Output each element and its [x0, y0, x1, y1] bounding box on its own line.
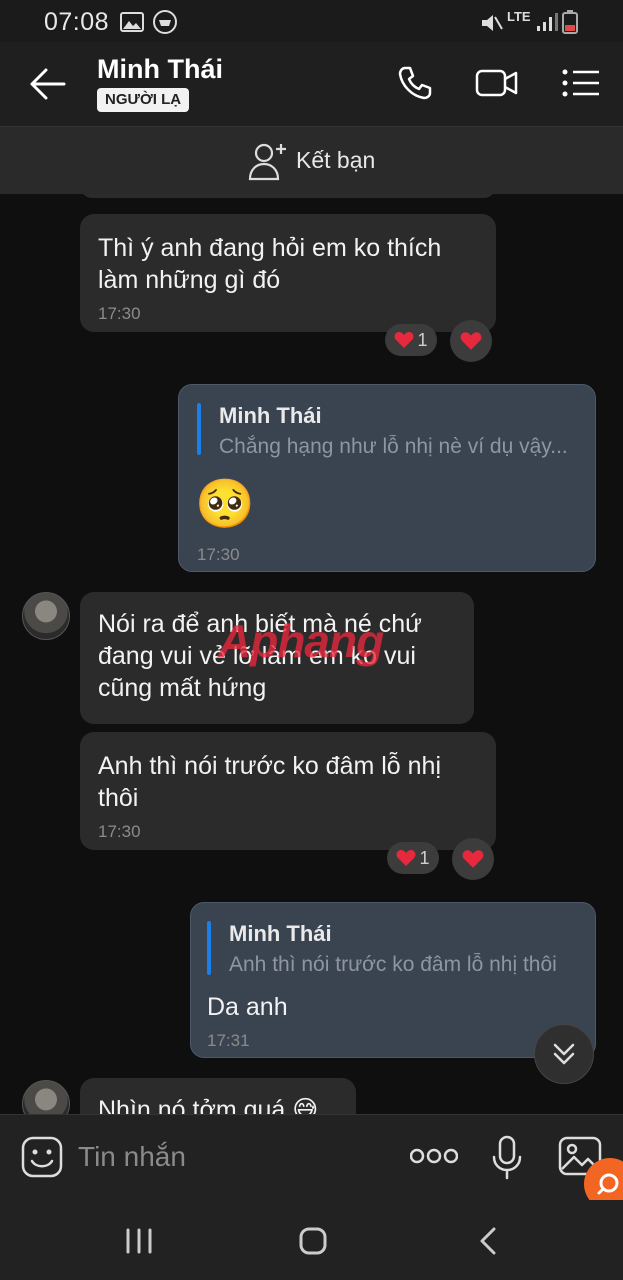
chat-bubble-icon: [597, 1173, 619, 1195]
message-input[interactable]: [78, 1137, 378, 1177]
message-bubble-incoming[interactable]: Anh thì nói trước ko đâm lỗ nhị thôi 17:…: [80, 732, 496, 850]
message-text: Da anh: [207, 993, 288, 1021]
message-text: Thì ý anh đang hỏi em ko thích làm những…: [98, 234, 442, 294]
gallery-icon: [120, 12, 144, 37]
message-bubble-incoming[interactable]: Thì ý anh đang hỏi em ko thích làm những…: [80, 214, 496, 332]
heart-icon: [462, 850, 484, 868]
menu-button[interactable]: [558, 60, 604, 106]
video-call-button[interactable]: [474, 60, 520, 106]
video-camera-icon: [475, 69, 518, 97]
list-menu-icon: [562, 69, 599, 97]
more-dots-icon: [409, 1148, 459, 1164]
recent-apps-icon: [126, 1228, 152, 1254]
reaction-count: 1: [417, 329, 428, 350]
heart-icon: [395, 332, 414, 348]
quote-bar: [197, 403, 201, 455]
chevron-left-icon: [480, 1227, 496, 1255]
message-text: Nhìn nó tởm quá 😅: [98, 1096, 319, 1114]
back-button[interactable]: [26, 62, 70, 106]
avatar[interactable]: [22, 1080, 70, 1114]
message-time: 17:30: [98, 822, 141, 841]
status-time: 07:08: [44, 8, 110, 36]
scroll-to-bottom-button[interactable]: [534, 1024, 594, 1084]
quote-author: Minh Thái: [219, 403, 322, 428]
watermark-text: Aphang: [218, 615, 384, 667]
add-user-icon: [248, 141, 290, 186]
stranger-badge: NGƯỜI LẠ: [97, 88, 190, 112]
reaction-summary[interactable]: 1: [387, 842, 439, 874]
avatar[interactable]: [22, 592, 70, 640]
network-type: LTE: [507, 9, 531, 24]
message-composer: [0, 1114, 623, 1200]
more-options-button[interactable]: [409, 1147, 459, 1170]
media-icon: [152, 10, 178, 39]
double-chevron-down-icon: [553, 1043, 575, 1065]
message-time: 17:30: [197, 545, 240, 564]
add-friend-bar[interactable]: Kết bạn: [0, 126, 623, 194]
voice-call-button[interactable]: [392, 60, 438, 106]
quote-text: Chẳng hạng như lỗ nhị nè ví dụ vậy...: [219, 435, 568, 458]
heart-icon: [397, 850, 416, 866]
status-bar: 07:08 LTE: [0, 0, 623, 42]
contact-name[interactable]: Minh Thái: [97, 54, 223, 85]
message-bubble-outgoing[interactable]: Minh Thái Anh thì nói trước ko đâm lỗ nh…: [190, 902, 596, 1058]
recent-apps-button[interactable]: [124, 1228, 154, 1259]
microphone-icon: [492, 1135, 522, 1180]
system-back-button[interactable]: [476, 1226, 500, 1261]
message-time: 17:30: [98, 304, 141, 323]
chat-message-list[interactable]: Thì ý anh đang hỏi em ko thích làm những…: [0, 194, 623, 1114]
message-bubble-incoming[interactable]: Nhìn nó tởm quá 😅: [80, 1078, 356, 1114]
heart-icon: [460, 332, 482, 350]
watermark-logo: Aphang: [218, 614, 384, 668]
emoji-message: 🥺: [195, 478, 255, 531]
message-bubble-outgoing[interactable]: Minh Thái Chẳng hạng như lỗ nhị nè ví dụ…: [178, 384, 596, 572]
react-button[interactable]: [452, 838, 494, 880]
battery-icon: [562, 10, 578, 39]
phone-icon: [398, 66, 432, 100]
quote-text: Anh thì nói trước ko đâm lỗ nhị thôi: [229, 953, 557, 976]
reaction-count: 1: [419, 847, 430, 868]
emoji-sticker-button[interactable]: [20, 1135, 64, 1184]
message-bubble-previous[interactable]: [80, 194, 496, 198]
mute-icon: [480, 12, 504, 39]
voice-record-button[interactable]: [490, 1135, 524, 1186]
reaction-summary[interactable]: 1: [385, 324, 437, 356]
sticker-icon: [21, 1136, 63, 1178]
signal-icon: [536, 12, 558, 37]
chat-header: Minh Thái NGƯỜI LẠ: [0, 42, 623, 126]
quote-author: Minh Thái: [229, 921, 332, 946]
back-arrow-icon: [30, 68, 66, 100]
add-friend-label: Kết bạn: [296, 147, 376, 173]
home-button[interactable]: [298, 1226, 328, 1261]
quote-bar: [207, 921, 211, 975]
message-text: Anh thì nói trước ko đâm lỗ nhị thôi: [98, 752, 442, 812]
message-time: 17:31: [207, 1031, 250, 1050]
home-icon: [299, 1227, 327, 1255]
react-button[interactable]: [450, 320, 492, 362]
system-navigation-bar: [0, 1200, 623, 1280]
